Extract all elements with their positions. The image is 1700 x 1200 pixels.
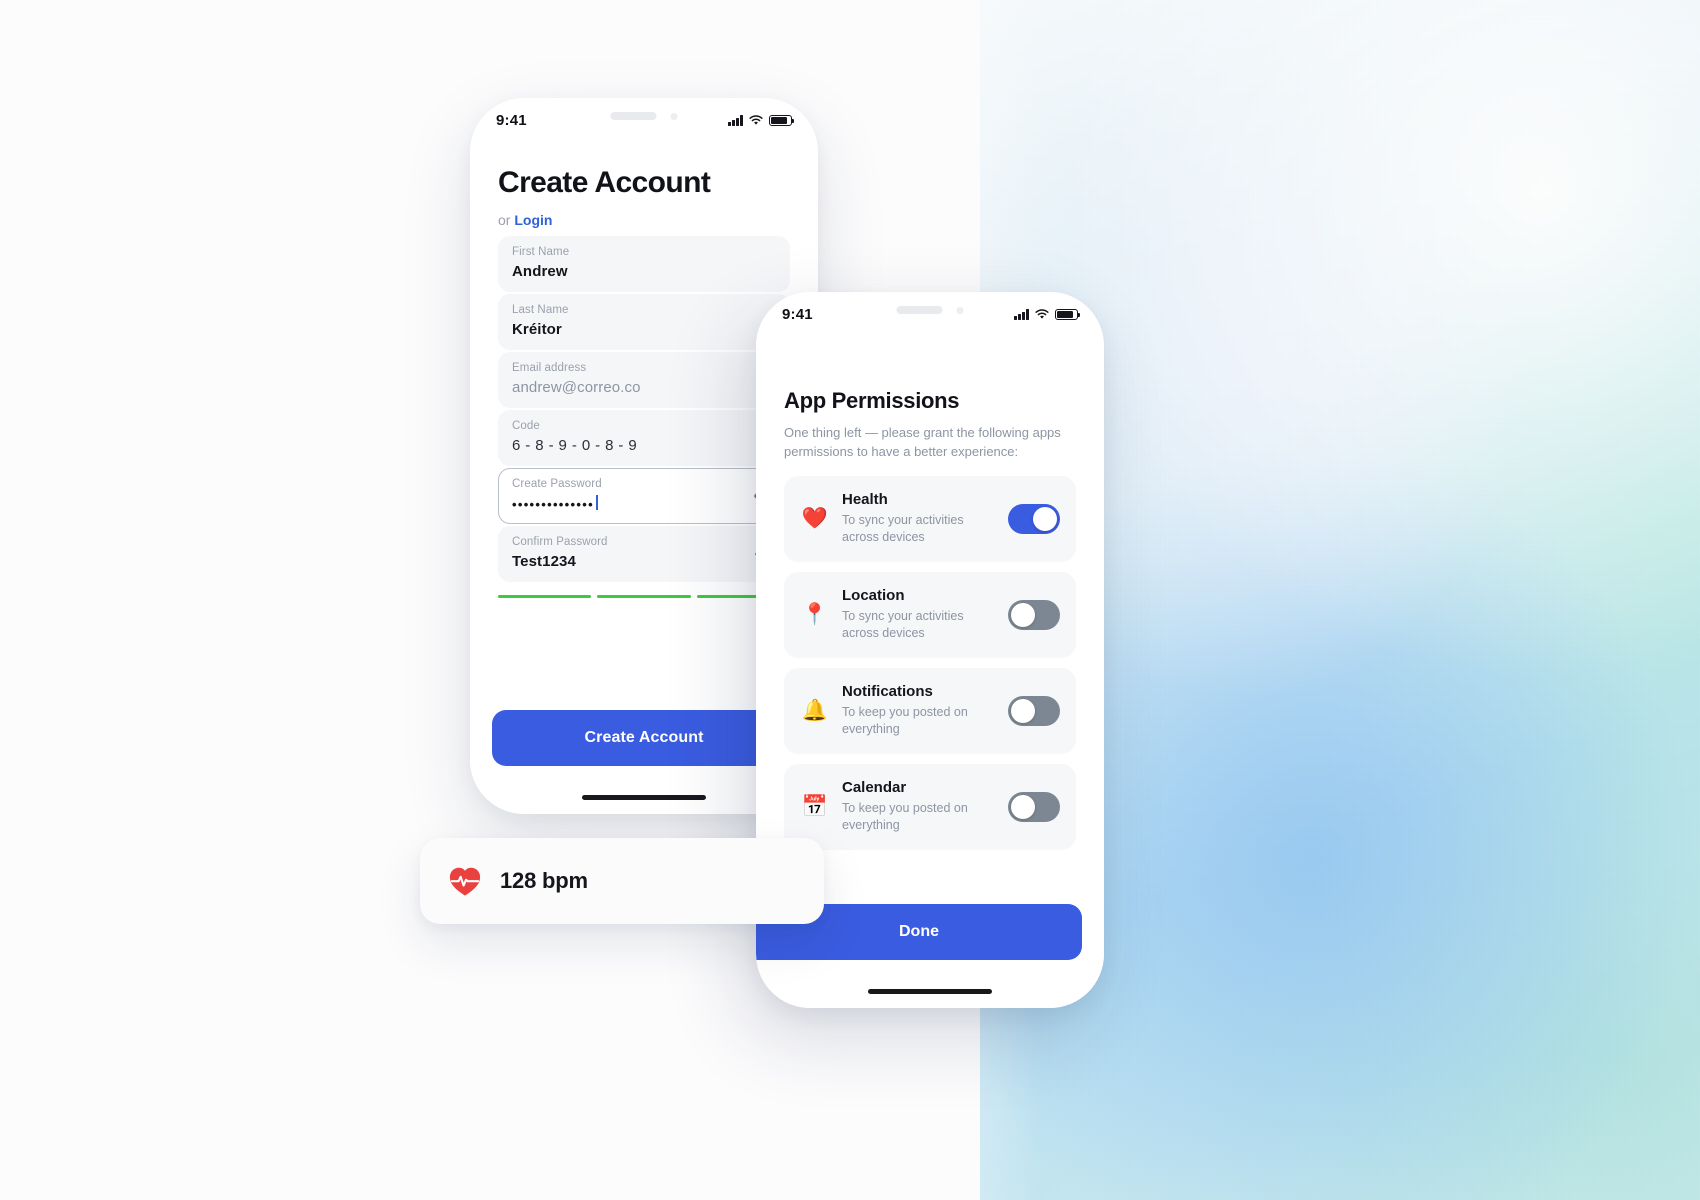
permission-description: To keep you posted on everything [842, 800, 968, 833]
permission-text: Notifications To keep you posted on every… [842, 683, 1008, 739]
permission-toggle-calendar[interactable] [1008, 791, 1060, 822]
field-value: Andrew [512, 263, 568, 280]
strength-segment [498, 595, 592, 598]
speaker-grille-icon [610, 112, 657, 120]
speaker-grille-icon-two [896, 306, 943, 314]
done-button-label: Done [899, 923, 939, 940]
permission-description: To sync your activities across devices [842, 608, 964, 641]
cellular-signal-icon-two [1014, 309, 1029, 320]
permissions-subtitle: One thing left — please grant the follow… [784, 425, 1061, 459]
field-value: andrew@correo.co [512, 379, 641, 396]
field-value: Test1234 [512, 553, 576, 570]
battery-icon-two [1055, 308, 1081, 320]
toggle-knob [1011, 794, 1035, 819]
status-bar-time-two: 9:41 [782, 305, 813, 323]
text-caret [595, 495, 598, 510]
permission-name: Health [842, 490, 888, 508]
permission-row-calendar[interactable]: 📅 Calendar To keep you posted on everythin… [784, 763, 1076, 850]
front-camera-icon-two [956, 306, 964, 314]
heart-rate-widget: 128 bpm [420, 838, 824, 924]
field-label: Email address [512, 362, 587, 374]
status-bar-icons-two [1014, 308, 1081, 320]
signup-form: First Name Andrew Last Name Kréitor Email ad… [498, 236, 790, 582]
calendar-icon: 📅 [801, 795, 829, 819]
login-hint: or Login [498, 212, 790, 228]
permission-row-health[interactable]: ❤️ Health To sync your activities across d… [784, 475, 1076, 562]
notch-island-two [896, 306, 964, 314]
permissions-list: ❤️ Health To sync your activities across d… [784, 475, 1076, 850]
field-label: Create Password [512, 478, 602, 490]
field-label: First Name [512, 246, 570, 258]
permissions-title: App Permissions [784, 388, 960, 413]
permission-name: Location [842, 586, 905, 604]
permission-text: Health To sync your activities across dev… [842, 491, 1008, 547]
health-heart-icon: ❤️ [801, 507, 829, 531]
permission-text: Calendar To keep you posted on everything [842, 779, 1008, 835]
login-link[interactable]: Login [514, 212, 552, 228]
permissions-body: App Permissions One thing left — please … [756, 388, 1104, 850]
password-masked-value: •••••••••••••• [512, 496, 594, 512]
permission-name: Notifications [842, 682, 933, 700]
wifi-icon-two [1035, 309, 1049, 319]
field-value: •••••••••••••• [512, 495, 776, 512]
status-bar: 9:41 [470, 98, 818, 142]
permission-row-location[interactable]: 📍 Location To sync your activities across … [784, 571, 1076, 658]
login-hint-prefix: or [498, 212, 515, 228]
permission-name: Calendar [842, 778, 907, 796]
screenshot-stage: 9:41 Create Account or Login First Name … [0, 0, 1700, 1200]
toggle-knob [1011, 602, 1035, 627]
toggle-knob [1011, 698, 1035, 723]
permission-toggle-health[interactable] [1008, 503, 1060, 534]
field-last-name[interactable]: Last Name Kréitor [498, 294, 790, 350]
notch-island [610, 112, 678, 120]
field-value: 6 - 8 - 9 - 0 - 8 - 9 [512, 437, 638, 454]
home-indicator-two [868, 989, 992, 994]
permission-description: To sync your activities across devices [842, 512, 964, 545]
status-bar-time: 9:41 [496, 111, 527, 129]
field-label: Last Name [512, 304, 569, 316]
field-label: Code [512, 420, 540, 432]
status-bar-icons [728, 114, 795, 126]
field-value: Kréitor [512, 321, 562, 338]
permission-text: Location To sync your activities across d… [842, 587, 1008, 643]
strength-segment [597, 595, 691, 598]
bpm-value: 128 bpm [500, 868, 588, 893]
field-email-address[interactable]: Email address andrew@correo.co [498, 352, 790, 408]
cellular-signal-icon [728, 115, 743, 126]
permission-toggle-location[interactable] [1008, 599, 1060, 630]
heart-rate-icon [449, 867, 481, 896]
permission-description: To keep you posted on everything [842, 704, 968, 737]
home-indicator [582, 795, 706, 800]
toggle-knob [1033, 506, 1057, 531]
field-first-name[interactable]: First Name Andrew [498, 236, 790, 292]
permission-row-notifications[interactable]: 🔔 Notifications To keep you posted on ever… [784, 667, 1076, 754]
permission-toggle-notifications[interactable] [1008, 695, 1060, 726]
wifi-icon [749, 115, 763, 125]
front-camera-icon [670, 112, 678, 120]
location-pin-icon: 📍 [801, 603, 829, 627]
notification-bell-icon: 🔔 [801, 699, 829, 723]
field-create-password[interactable]: Create Password •••••••••••••• [498, 468, 790, 524]
battery-icon [769, 114, 795, 126]
field-code[interactable]: Code 6 - 8 - 9 - 0 - 8 - 9 [498, 410, 790, 466]
password-strength-meter [498, 595, 790, 598]
status-bar-two: 9:41 [756, 292, 1104, 336]
page-title: Create Account [498, 166, 711, 199]
field-confirm-password[interactable]: Confirm Password Test1234 [498, 526, 790, 582]
create-account-button[interactable]: Create Account [492, 710, 796, 766]
field-label: Confirm Password [512, 536, 608, 548]
